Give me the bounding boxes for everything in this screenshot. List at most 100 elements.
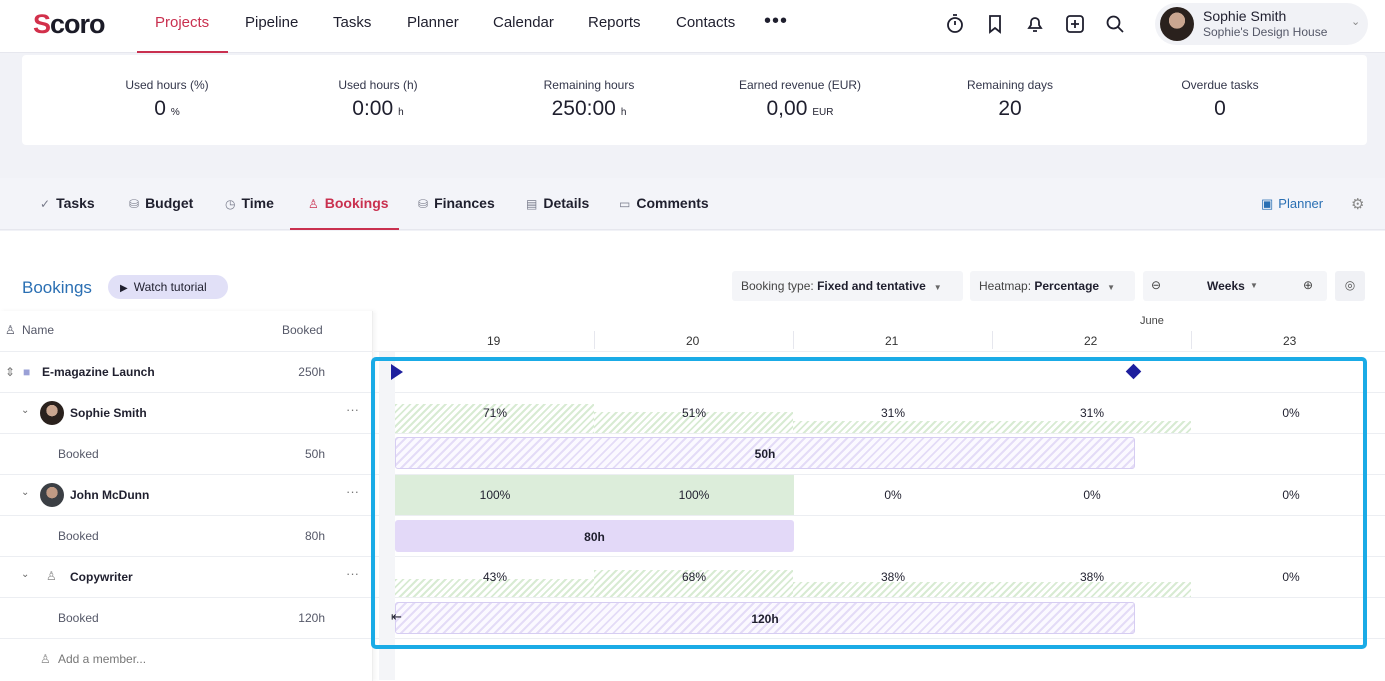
nav-projects[interactable]: Projects <box>155 14 209 53</box>
user-name: Sophie Smith <box>1203 8 1287 24</box>
planner-icon: ▣ <box>1261 196 1274 211</box>
chevron-down-icon: ⌄ <box>21 405 30 416</box>
tab-finances[interactable]: ⛁ Finances <box>418 195 495 211</box>
project-hours: 250h <box>298 365 325 379</box>
nav-tasks[interactable]: Tasks <box>333 14 371 53</box>
chevron-down-icon: ⌄ <box>21 569 30 580</box>
booked-row: Booked 120h <box>0 597 373 638</box>
play-icon: ▶ <box>120 283 128 294</box>
gear-icon[interactable]: ⚙ <box>1351 195 1364 213</box>
project-stats-card: Used hours (%) 0% Used hours (h) 0:00 h Rem… <box>22 55 1367 145</box>
clock-icon: ◷ <box>225 197 236 211</box>
booking-type-select[interactable]: Booking type: Fixed and tentative ▼ <box>732 271 963 301</box>
project-name: E-magazine Launch <box>42 365 155 379</box>
caret-down-icon: ▼ <box>1107 283 1115 292</box>
user-company: Sophie's Design House <box>1203 25 1328 39</box>
stat-earned-revenue: Earned revenue (EUR) 0,00 EUR <box>738 78 862 120</box>
more-options-icon[interactable]: ··· <box>346 484 359 499</box>
zoom-in-icon[interactable]: ⊕ <box>1303 278 1313 292</box>
tab-details[interactable]: ▤ Details <box>526 195 589 211</box>
finances-icon: ⛁ <box>418 197 429 211</box>
document-icon: ▤ <box>526 197 538 211</box>
scoro-logo[interactable]: Scoro <box>33 9 106 40</box>
avatar <box>40 401 64 425</box>
member-name: Copywriter <box>70 570 133 584</box>
zoom-out-icon[interactable]: ⊖ <box>1151 278 1161 292</box>
column-header-name: Name <box>22 323 55 337</box>
planner-link[interactable]: ▣ Planner <box>1261 196 1323 212</box>
month-label: June <box>1140 315 1164 327</box>
bookings-title: Bookings <box>22 278 92 297</box>
booked-hours: 120h <box>298 611 325 625</box>
nav-calendar[interactable]: Calendar <box>493 14 554 53</box>
top-navigation: Scoro Projects Pipeline Tasks Planner Ca… <box>0 0 1385 53</box>
bookmark-icon[interactable] <box>984 13 1006 35</box>
column-header-booked: Booked <box>282 323 323 337</box>
person-placeholder-icon: ♙ <box>46 569 57 583</box>
folder-icon: ■ <box>23 365 31 379</box>
stat-remaining-hours: Remaining hours 250:00 h <box>543 78 635 120</box>
booked-row: Booked 80h <box>0 515 373 556</box>
tab-comments[interactable]: ▭ Comments <box>619 195 709 211</box>
active-tab-indicator <box>290 228 399 230</box>
more-menu-icon[interactable]: ••• <box>764 10 788 33</box>
booked-label: Booked <box>58 447 99 461</box>
booked-label: Booked <box>58 529 99 543</box>
week-label: 21 <box>885 334 899 348</box>
chevron-down-icon: ⌄ <box>1351 16 1361 28</box>
add-icon[interactable] <box>1064 13 1086 35</box>
stat-remaining-days: Remaining days 20 <box>966 78 1054 120</box>
user-menu[interactable]: Sophie Smith Sophie's Design House ⌄ <box>1155 3 1368 45</box>
stat-used-hours-pct: Used hours (%) 0% <box>125 78 209 120</box>
week-label: 19 <box>487 334 501 348</box>
project-row[interactable]: ⇕ ■ E-magazine Launch 250h <box>0 351 373 392</box>
expand-collapse-icon: ⇕ <box>5 365 16 379</box>
comment-icon: ▭ <box>619 197 631 211</box>
booked-hours: 50h <box>304 447 325 461</box>
member-row[interactable]: ⌄ John McDunn ··· <box>0 474 373 515</box>
person-icon: ♙ <box>308 197 319 211</box>
heatmap-select[interactable]: Heatmap: Percentage ▼ <box>970 271 1135 301</box>
add-person-icon: ♙ <box>5 323 16 337</box>
project-tabs: ✓ Tasks ⛁ Budget ◷ Time ♙ Bookings ⛁ Finances… <box>0 178 1385 230</box>
stat-overdue-tasks: Overdue tasks 0 <box>1181 78 1259 120</box>
nav-pipeline[interactable]: Pipeline <box>245 14 298 53</box>
highlight-frame <box>371 357 1367 649</box>
period-controls: ⊖ Weeks ▼ ⊕ <box>1143 271 1327 301</box>
period-select[interactable]: Weeks <box>1207 279 1245 293</box>
booked-row: Booked 50h <box>0 433 373 474</box>
add-member-link: Add a member... <box>58 652 147 666</box>
member-row[interactable]: ⌄ Sophie Smith ··· <box>0 392 373 433</box>
week-label: 20 <box>686 334 700 348</box>
caret-down-icon: ▼ <box>933 283 942 292</box>
nav-reports[interactable]: Reports <box>588 14 641 53</box>
check-icon: ✓ <box>40 197 51 211</box>
tab-time[interactable]: ◷ Time <box>225 195 274 211</box>
member-row[interactable]: ⌄ ♙ Copywriter ··· <box>0 556 373 597</box>
caret-down-icon: ▼ <box>1250 281 1258 290</box>
week-label: 23 <box>1283 334 1297 348</box>
nav-contacts[interactable]: Contacts <box>676 14 735 53</box>
active-nav-indicator <box>137 51 228 53</box>
stat-used-hours: Used hours (h) 0:00 h <box>338 78 418 120</box>
members-column: ♙ Name Booked ⇕ ■ E-magazine Launch 250h… <box>0 311 373 681</box>
more-options-icon[interactable]: ··· <box>346 402 359 417</box>
avatar <box>40 483 64 507</box>
tab-budget[interactable]: ⛁ Budget <box>129 195 193 211</box>
stopwatch-icon[interactable] <box>944 13 966 35</box>
budget-icon: ⛁ <box>129 197 140 211</box>
search-icon[interactable] <box>1104 13 1126 35</box>
add-person-icon: ♙ <box>40 652 51 666</box>
watch-tutorial-button[interactable]: ▶ Watch tutorial <box>108 275 228 299</box>
booked-label: Booked <box>58 611 99 625</box>
bell-icon[interactable] <box>1024 13 1046 35</box>
more-options-icon[interactable]: ··· <box>346 566 359 581</box>
comment-toggle-icon[interactable]: ◎ <box>1335 271 1365 301</box>
add-member-row[interactable]: ♙ Add a member... <box>0 638 373 679</box>
member-name: Sophie Smith <box>70 406 147 420</box>
tab-tasks[interactable]: ✓ Tasks <box>40 195 95 211</box>
tab-bookings[interactable]: ♙ Bookings <box>308 195 389 211</box>
nav-planner[interactable]: Planner <box>407 14 459 53</box>
avatar <box>1160 7 1194 41</box>
chevron-down-icon: ⌄ <box>21 487 30 498</box>
